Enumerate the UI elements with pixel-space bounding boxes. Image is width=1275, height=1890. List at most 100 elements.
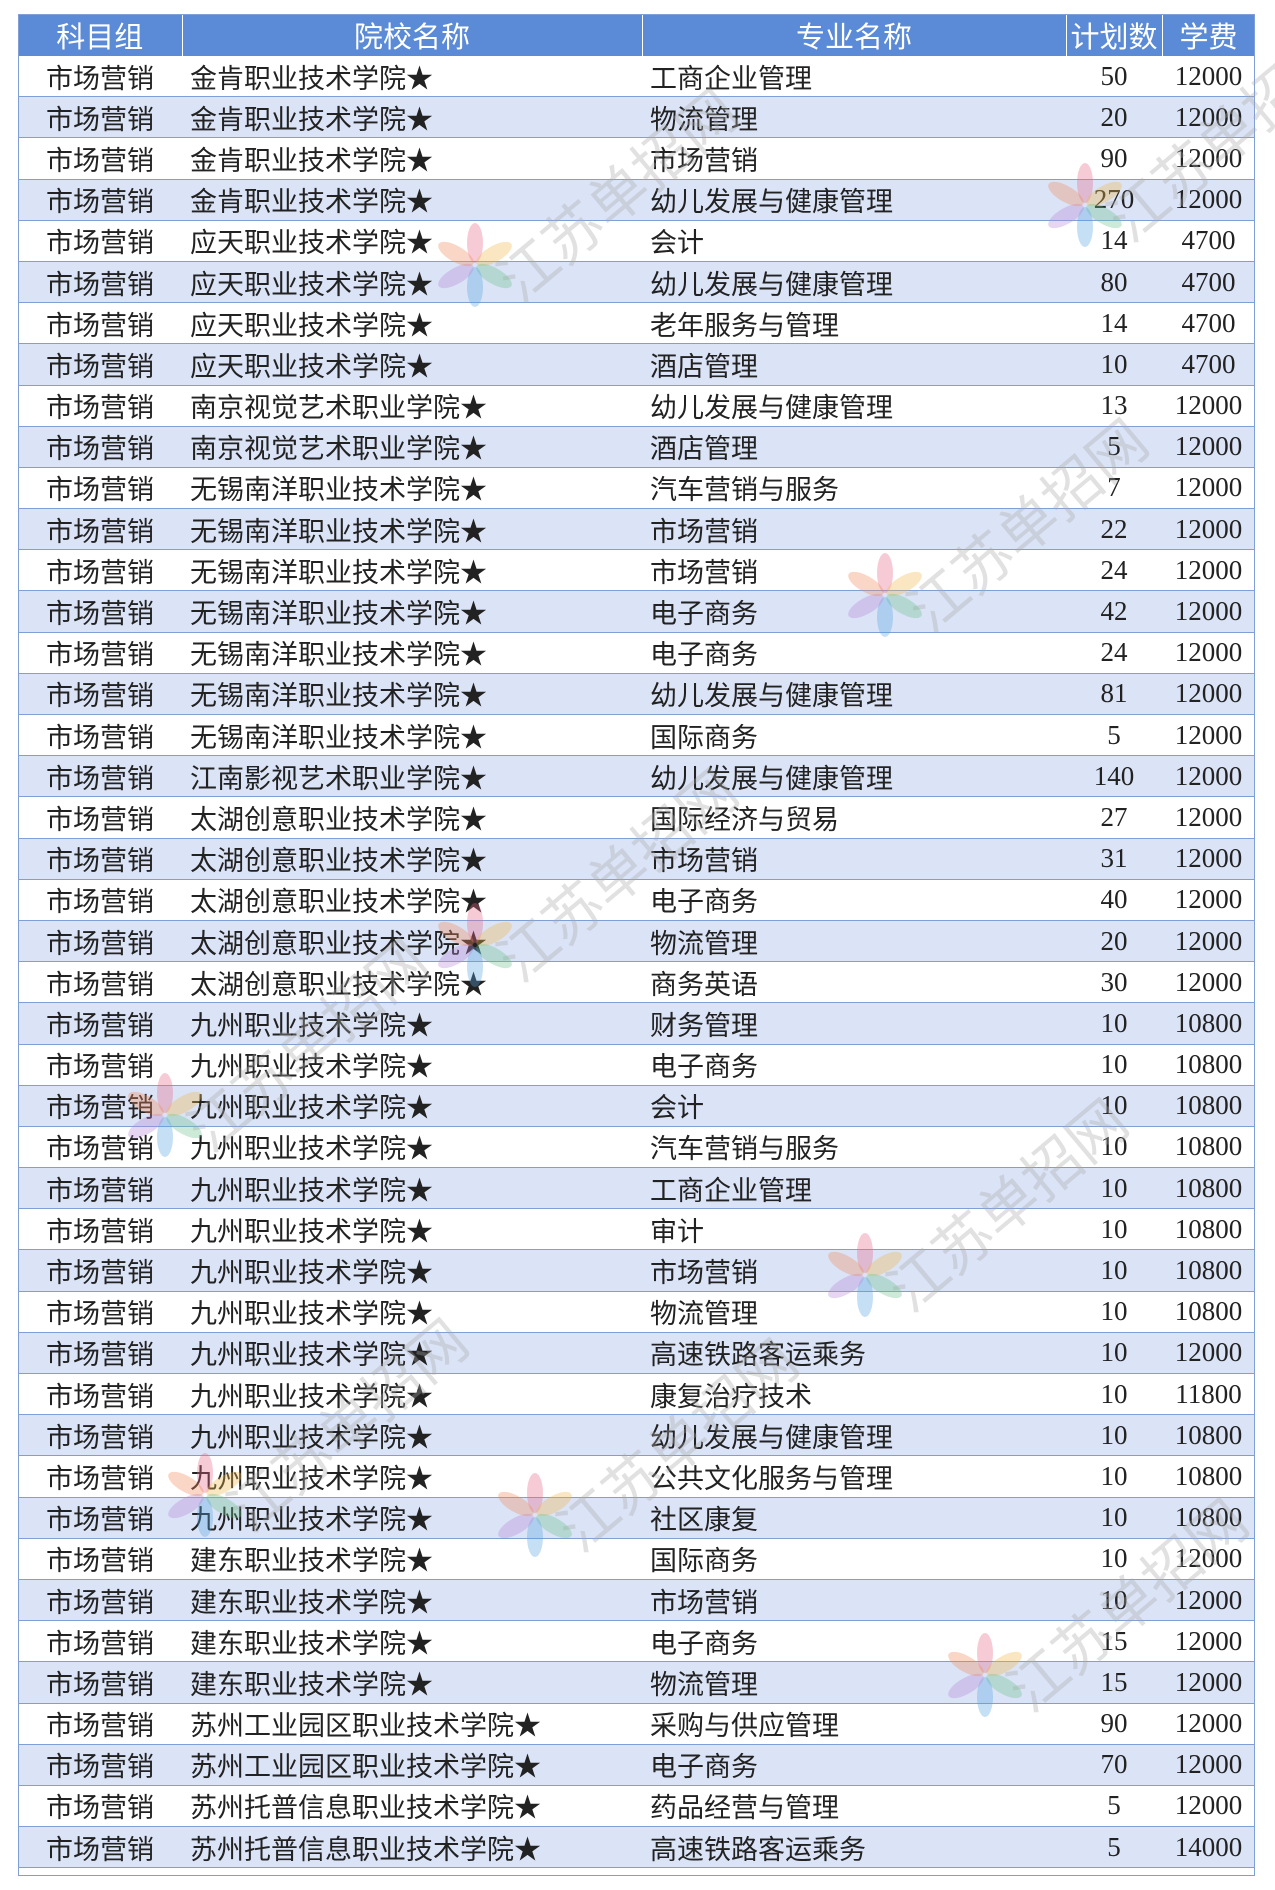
cell-tuition: 10800 xyxy=(1162,1167,1255,1210)
table-row: 市场营销 应天职业技术学院★ 老年服务与管理 14 4700 xyxy=(18,302,1255,345)
cell-subject-group: 市场营销 xyxy=(18,1414,182,1457)
cell-major-name: 电子商务 xyxy=(642,1744,1066,1786)
cell-plan-count: 10 xyxy=(1066,1167,1162,1210)
table-row: 市场营销 无锡南洋职业技术学院★ 国际商务 5 12000 xyxy=(18,714,1255,757)
cell-tuition: 10800 xyxy=(1162,1085,1255,1127)
cell-subject-group: 市场营销 xyxy=(18,96,182,139)
cell-major-name: 幼儿发展与健康管理 xyxy=(642,1414,1066,1457)
cell-major-name: 财务管理 xyxy=(642,1002,1066,1045)
cell-major-name: 市场营销 xyxy=(642,549,1066,592)
table-row: 市场营销 九州职业技术学院★ 审计 10 10800 xyxy=(18,1208,1255,1251)
table-row: 市场营销 苏州托普信息职业技术学院★ 高速铁路客运乘务 5 14000 xyxy=(18,1826,1255,1869)
table-row: 市场营销 建东职业技术学院★ 物流管理 15 12000 xyxy=(18,1661,1255,1704)
table-row: 市场营销 苏州托普信息职业技术学院★ 药品经营与管理 5 12000 xyxy=(18,1785,1255,1828)
cell-subject-group: 市场营销 xyxy=(18,879,182,921)
cell-tuition: 12000 xyxy=(1162,467,1255,510)
cell-plan-count: 10 xyxy=(1066,1208,1162,1251)
header-major-name: 专业名称 xyxy=(642,14,1067,56)
cell-subject-group: 市场营销 xyxy=(18,137,182,180)
cell-subject-group: 市场营销 xyxy=(18,1373,182,1416)
cell-school-name: 太湖创意职业技术学院★ xyxy=(182,796,642,839)
cell-subject-group: 市场营销 xyxy=(18,714,182,757)
table-row: 市场营销 九州职业技术学院★ 康复治疗技术 10 11800 xyxy=(18,1373,1255,1416)
cell-tuition: 12000 xyxy=(1162,1744,1255,1786)
cell-school-name: 九州职业技术学院★ xyxy=(182,1332,642,1375)
table-row: 市场营销 金肯职业技术学院★ 幼儿发展与健康管理 270 12000 xyxy=(18,179,1255,221)
cell-tuition: 10800 xyxy=(1162,1497,1255,1539)
cell-subject-group: 市场营销 xyxy=(18,1703,182,1745)
cell-school-name: 苏州工业园区职业技术学院★ xyxy=(182,1703,642,1745)
cell-major-name: 审计 xyxy=(642,1208,1066,1251)
admissions-plan-table-container: 科目组 院校名称 专业名称 计划数 学费 市场营销 金肯职业技术学院★ 工商企业管理… xyxy=(18,14,1256,1869)
cell-tuition: 10800 xyxy=(1162,1002,1255,1045)
cell-tuition: 12000 xyxy=(1162,96,1255,139)
cell-subject-group: 市场营销 xyxy=(18,1579,182,1622)
cell-major-name: 采购与供应管理 xyxy=(642,1703,1066,1745)
cell-plan-count: 5 xyxy=(1066,714,1162,757)
cell-plan-count: 10 xyxy=(1066,1085,1162,1127)
cell-major-name: 物流管理 xyxy=(642,96,1066,139)
cell-major-name: 工商企业管理 xyxy=(642,56,1066,98)
cell-tuition: 4700 xyxy=(1162,220,1255,262)
table-row: 市场营销 江南影视艺术职业学院★ 幼儿发展与健康管理 140 12000 xyxy=(18,755,1255,798)
cell-subject-group: 市场营销 xyxy=(18,261,182,304)
cell-subject-group: 市场营销 xyxy=(18,549,182,592)
table-row: 市场营销 苏州工业园区职业技术学院★ 电子商务 70 12000 xyxy=(18,1744,1255,1786)
cell-subject-group: 市场营销 xyxy=(18,1538,182,1580)
table-row: 市场营销 金肯职业技术学院★ 工商企业管理 50 12000 xyxy=(18,56,1255,98)
cell-plan-count: 24 xyxy=(1066,549,1162,592)
cell-plan-count: 10 xyxy=(1066,1373,1162,1416)
cell-school-name: 苏州托普信息职业技术学院★ xyxy=(182,1826,642,1869)
header-plan-count: 计划数 xyxy=(1066,14,1163,56)
cell-school-name: 九州职业技术学院★ xyxy=(182,1126,642,1169)
cell-tuition: 12000 xyxy=(1162,1620,1255,1663)
cell-plan-count: 140 xyxy=(1066,755,1162,798)
table-row: 市场营销 九州职业技术学院★ 会计 10 10800 xyxy=(18,1085,1255,1127)
cell-tuition: 12000 xyxy=(1162,426,1255,468)
table-row: 市场营销 应天职业技术学院★ 幼儿发展与健康管理 80 4700 xyxy=(18,261,1255,304)
table-row: 市场营销 九州职业技术学院★ 公共文化服务与管理 10 10800 xyxy=(18,1455,1255,1498)
cell-major-name: 公共文化服务与管理 xyxy=(642,1455,1066,1498)
table-row: 市场营销 太湖创意职业技术学院★ 商务英语 30 12000 xyxy=(18,961,1255,1004)
table-body: 市场营销 金肯职业技术学院★ 工商企业管理 50 12000 市场营销 金肯职业技术学院★ 物… xyxy=(18,56,1255,1869)
table-row: 市场营销 太湖创意职业技术学院★ 国际经济与贸易 27 12000 xyxy=(18,796,1255,839)
cell-tuition: 12000 xyxy=(1162,179,1255,221)
cell-tuition: 12000 xyxy=(1162,714,1255,757)
cell-subject-group: 市场营销 xyxy=(18,961,182,1004)
cell-major-name: 高速铁路客运乘务 xyxy=(642,1332,1066,1375)
cell-tuition: 4700 xyxy=(1162,343,1255,386)
table-row: 市场营销 九州职业技术学院★ 财务管理 10 10800 xyxy=(18,1002,1255,1045)
cell-plan-count: 50 xyxy=(1066,56,1162,98)
table-row: 市场营销 应天职业技术学院★ 会计 14 4700 xyxy=(18,220,1255,262)
cell-plan-count: 10 xyxy=(1066,1291,1162,1333)
cell-major-name: 汽车营销与服务 xyxy=(642,1126,1066,1169)
cell-tuition: 10800 xyxy=(1162,1414,1255,1457)
cell-tuition: 12000 xyxy=(1162,838,1255,880)
cell-tuition: 10800 xyxy=(1162,1044,1255,1086)
cell-school-name: 金肯职业技术学院★ xyxy=(182,137,642,180)
table-row: 市场营销 九州职业技术学院★ 工商企业管理 10 10800 xyxy=(18,1167,1255,1210)
cell-subject-group: 市场营销 xyxy=(18,1785,182,1828)
cell-major-name: 物流管理 xyxy=(642,1291,1066,1333)
cell-major-name: 康复治疗技术 xyxy=(642,1373,1066,1416)
cell-major-name: 国际经济与贸易 xyxy=(642,796,1066,839)
cell-school-name: 九州职业技术学院★ xyxy=(182,1249,642,1292)
cell-school-name: 应天职业技术学院★ xyxy=(182,220,642,262)
cell-subject-group: 市场营销 xyxy=(18,426,182,468)
cell-subject-group: 市场营销 xyxy=(18,1002,182,1045)
cell-school-name: 金肯职业技术学院★ xyxy=(182,96,642,139)
table-row: 市场营销 无锡南洋职业技术学院★ 汽车营销与服务 7 12000 xyxy=(18,467,1255,510)
table-row: 市场营销 建东职业技术学院★ 电子商务 15 12000 xyxy=(18,1620,1255,1663)
cell-major-name: 物流管理 xyxy=(642,920,1066,963)
cell-school-name: 金肯职业技术学院★ xyxy=(182,179,642,221)
cell-major-name: 市场营销 xyxy=(642,137,1066,180)
cell-tuition: 12000 xyxy=(1162,879,1255,921)
cell-plan-count: 10 xyxy=(1066,1126,1162,1169)
cell-plan-count: 24 xyxy=(1066,632,1162,674)
cell-plan-count: 81 xyxy=(1066,673,1162,716)
cell-plan-count: 10 xyxy=(1066,1044,1162,1086)
cell-plan-count: 13 xyxy=(1066,385,1162,427)
cell-subject-group: 市场营销 xyxy=(18,1126,182,1169)
cell-school-name: 南京视觉艺术职业学院★ xyxy=(182,426,642,468)
cell-tuition: 12000 xyxy=(1162,961,1255,1004)
